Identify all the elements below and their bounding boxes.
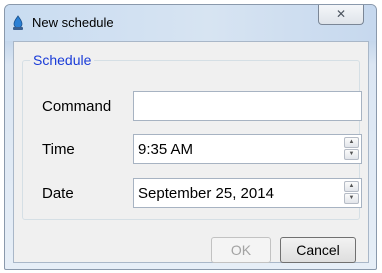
date-value: September 25, 2014 [138, 185, 274, 202]
date-label: Date [42, 185, 74, 202]
time-label: Time [42, 141, 75, 158]
dialog-body: Schedule Command Time 9:35 AM ▲ ▼ Date S… [13, 41, 369, 263]
time-increment-button[interactable]: ▲ [344, 137, 359, 148]
window-title: New schedule [32, 15, 114, 30]
arrow-down-icon: ▼ [348, 195, 355, 201]
group-legend: Schedule [30, 52, 95, 68]
close-icon: ✕ [335, 7, 347, 21]
date-spinner: ▲ ▼ [344, 181, 359, 205]
time-spinner: ▲ ▼ [344, 137, 359, 161]
date-increment-button[interactable]: ▲ [344, 181, 359, 192]
date-spinner-field[interactable]: September 25, 2014 ▲ ▼ [133, 178, 362, 208]
close-button[interactable]: ✕ [318, 5, 364, 25]
arrow-up-icon: ▲ [348, 183, 355, 189]
cancel-button[interactable]: Cancel [280, 237, 356, 263]
command-label: Command [42, 98, 112, 115]
date-decrement-button[interactable]: ▼ [344, 193, 359, 204]
arrow-up-icon: ▲ [348, 139, 355, 145]
time-spinner-field[interactable]: 9:35 AM ▲ ▼ [133, 134, 362, 164]
time-value: 9:35 AM [138, 141, 194, 158]
command-input[interactable] [133, 91, 362, 121]
arrow-down-icon: ▼ [348, 151, 355, 157]
ok-button[interactable]: OK [211, 237, 271, 263]
time-decrement-button[interactable]: ▼ [344, 149, 359, 160]
app-icon [10, 15, 26, 31]
dialog-window: New schedule ✕ Schedule Command Time 9:3… [4, 4, 377, 270]
title-bar[interactable]: New schedule ✕ [5, 5, 376, 41]
